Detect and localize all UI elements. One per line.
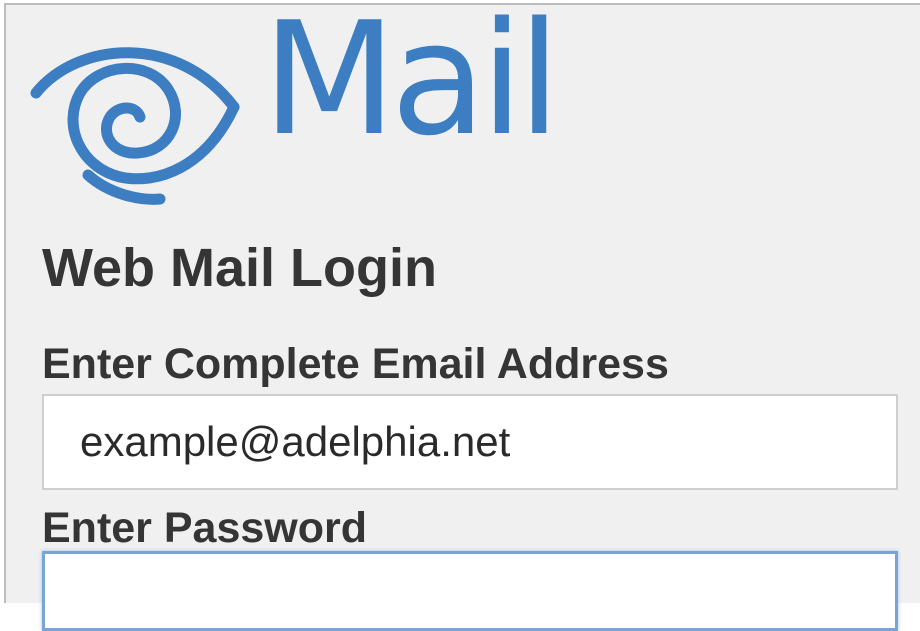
email-label: Enter Complete Email Address (42, 340, 669, 388)
password-label: Enter Password (42, 504, 367, 552)
login-panel: Mail Web Mail Login Enter Complete Email… (4, 0, 920, 631)
email-field[interactable] (42, 394, 898, 490)
eye-logo-icon (30, 47, 240, 205)
password-field[interactable] (42, 551, 898, 631)
page-title: Web Mail Login (42, 238, 437, 298)
mail-logo-text: Mail (262, 0, 561, 170)
